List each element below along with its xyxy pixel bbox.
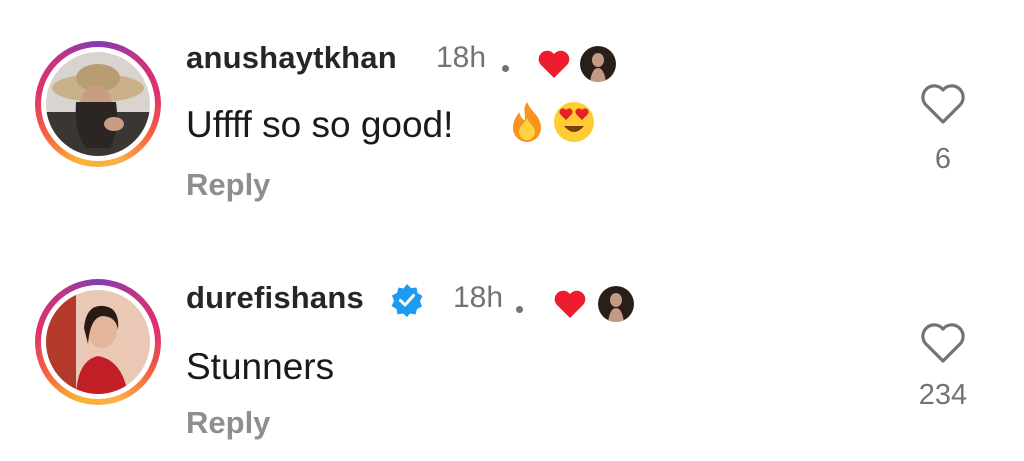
story-ring[interactable] (35, 41, 161, 167)
story-ring[interactable] (35, 279, 161, 405)
comment-timestamp: 18h (453, 281, 504, 314)
like-count: 6 (934, 143, 952, 175)
username[interactable]: durefishans (186, 280, 364, 316)
avatar[interactable] (46, 290, 150, 394)
comment-text: Uffff so so good! (186, 104, 454, 145)
reply-button[interactable]: Reply (186, 405, 270, 441)
separator-dot (502, 65, 509, 72)
like-count: 234 (918, 379, 968, 411)
heart-eyes-emoji-icon (554, 102, 594, 142)
heart-filled-icon (554, 290, 586, 318)
heart-filled-icon (538, 50, 570, 78)
avatar[interactable] (46, 52, 150, 156)
verified-badge-icon (391, 284, 423, 317)
reply-button[interactable]: Reply (186, 167, 270, 203)
comment-text: Stunners (186, 346, 335, 387)
heart-outline-icon[interactable] (918, 80, 968, 126)
username[interactable]: anushaytkhan (186, 40, 397, 76)
fire-emoji-icon (513, 102, 541, 142)
creator-avatar (598, 286, 634, 322)
comment-timestamp: 18h (436, 41, 487, 74)
heart-outline-icon[interactable] (918, 319, 968, 365)
separator-dot (516, 306, 523, 313)
creator-avatar (580, 46, 616, 82)
